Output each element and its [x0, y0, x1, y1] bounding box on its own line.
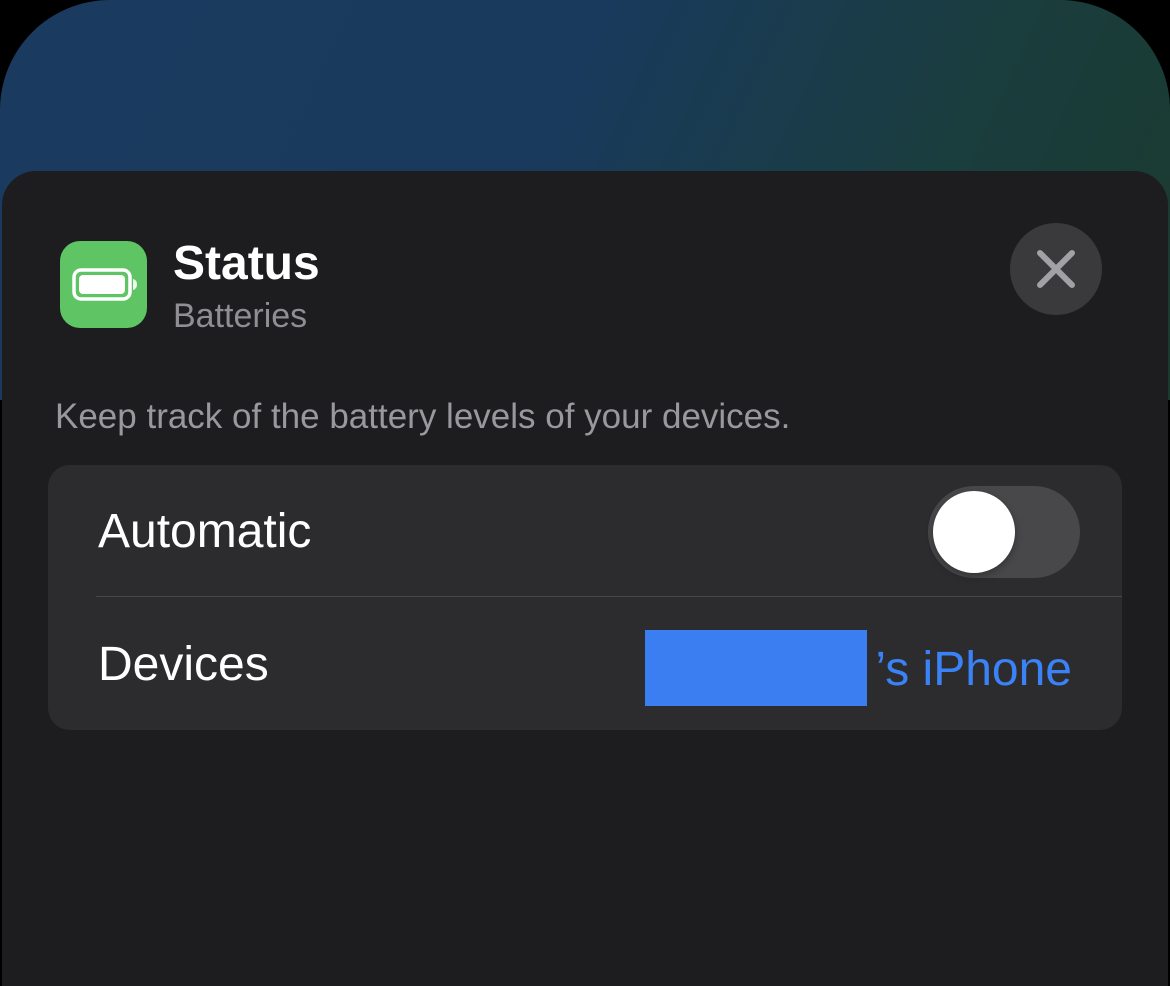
row-divider [96, 596, 1122, 597]
widget-subtitle: Batteries [173, 297, 308, 335]
redacted-name [645, 630, 868, 706]
widget-description: Keep track of the battery levels of your… [55, 397, 791, 436]
automatic-label: Automatic [98, 505, 312, 558]
automatic-toggle[interactable] [928, 486, 1080, 578]
close-button[interactable] [1010, 223, 1102, 315]
close-icon [1037, 250, 1075, 288]
device-name-suffix: ’s iPhone [875, 643, 1072, 696]
devices-value[interactable]: ’s iPhone [645, 630, 1072, 706]
settings-group: Automatic Devices ’s iPhone [48, 465, 1122, 730]
battery-icon [60, 241, 147, 328]
toggle-knob [933, 491, 1015, 573]
widget-title: Status [173, 237, 320, 290]
devices-label: Devices [98, 638, 269, 691]
